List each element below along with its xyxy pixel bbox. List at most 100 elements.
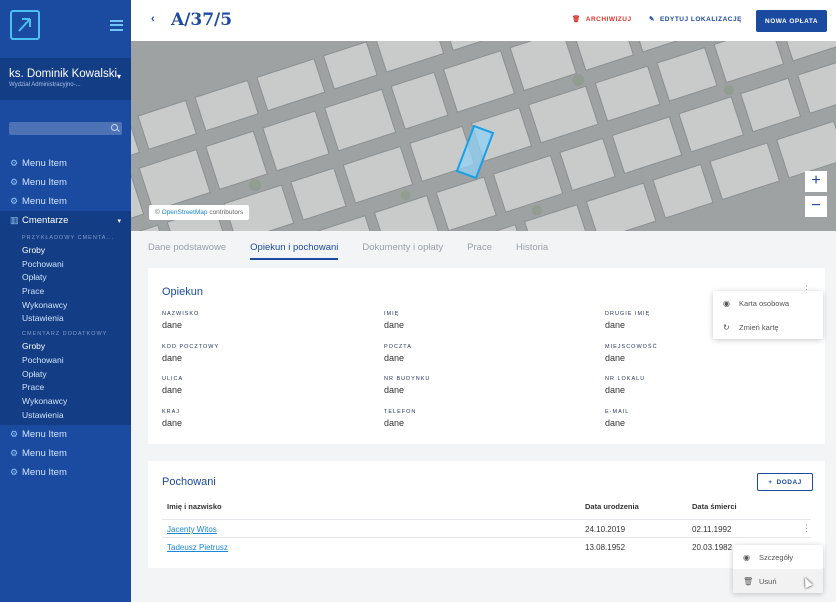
field-value: dane	[162, 353, 183, 363]
submenu-item[interactable]: Opłaty	[0, 368, 131, 382]
tab-prace[interactable]: Prace	[467, 242, 492, 260]
field-value: dane	[162, 418, 183, 428]
field-label: ULICA	[162, 376, 184, 382]
new-fee-label: NOWA OPŁATA	[765, 17, 819, 25]
submenu-item[interactable]: Wykonawcy	[0, 395, 131, 409]
field-email: E-MAIL dane	[605, 409, 629, 428]
user-profile[interactable]: ks. Dominik Kowalski Wydział Administrac…	[0, 58, 131, 100]
field-nr-lokalu: NR LOKALU dane	[605, 376, 645, 395]
field-value: dane	[605, 385, 626, 395]
sidebar-item-cmentarze[interactable]: ▥ Cmentarze ▾	[0, 211, 131, 230]
field-ulica: ULICA dane	[162, 376, 183, 395]
hamburger-icon[interactable]	[110, 19, 123, 31]
menu-item-label: Menu Item	[22, 467, 67, 479]
field-telefon: TELEFON dane	[384, 409, 416, 428]
death-date: 02.11.1992	[692, 525, 732, 534]
plus-icon: +	[768, 478, 773, 486]
field-value: dane	[384, 353, 405, 363]
submenu-item[interactable]: Groby	[0, 244, 131, 258]
field-kod-pocztowy: KOD POCZTOWY dane	[162, 344, 219, 363]
page-header: ‹ A/37/5 🗑 ARCHIWIZUJ ✎ EDYTUJ LOKALIZACJĘ…	[131, 0, 836, 41]
menu-item-label: Usuń	[759, 576, 777, 586]
map-attribution: © OpenStreetMap contributors	[149, 205, 250, 220]
menu-item-zmien-karte[interactable]: ↻ Zmień kartę	[713, 315, 823, 339]
section-title: Opiekun	[162, 286, 203, 298]
sidebar-menu-item[interactable]: ⚙ Menu Item	[0, 463, 131, 482]
menu-item-label: Karta osobowa	[739, 298, 790, 308]
opiekun-dropdown-menu: ◉ Karta osobowa ↻ Zmień kartę	[713, 291, 823, 339]
row-divider	[162, 537, 811, 538]
submenu-item[interactable]: Ustawienia	[0, 409, 131, 423]
field-label: E-MAIL	[605, 409, 630, 415]
chevron-down-icon: ▾	[116, 72, 121, 81]
map-view[interactable]: © OpenStreetMap contributors + −	[131, 41, 836, 231]
group-heading: CMENTARZ DODATKOWY	[22, 331, 108, 338]
tab-historia[interactable]: Historia	[516, 242, 548, 260]
field-miejscowosc: MIEJSCOWOŚĆ dane	[605, 344, 658, 363]
submenu-item[interactable]: Prace	[0, 381, 131, 395]
osm-link[interactable]: OpenStreetMap	[162, 209, 208, 216]
column-header-name[interactable]: Imię i nazwisko	[167, 502, 222, 511]
column-header-birth[interactable]: Data urodzenia	[585, 502, 639, 511]
sidebar-menu-item[interactable]: ⚙ Menu Item	[0, 425, 131, 444]
person-name-link[interactable]: Tadeusz Pietrusz	[167, 543, 228, 552]
submenu-item[interactable]: Groby	[0, 340, 131, 354]
field-kraj: KRAJ dane	[162, 409, 182, 428]
menu-item-label: Menu Item	[22, 177, 67, 188]
edit-location-button[interactable]: ✎ EDYTUJ LOKALIZACJĘ	[649, 15, 742, 24]
sidebar-menu-item[interactable]: ⚙ Menu Item	[0, 154, 131, 173]
field-imie: IMIĘ dane	[384, 311, 404, 330]
new-fee-button[interactable]: NOWA OPŁATA	[756, 10, 828, 32]
map-satellite-image	[131, 41, 836, 231]
archive-button[interactable]: 🗑 ARCHIWIZUJ	[572, 15, 632, 24]
sidebar-search-input[interactable]	[9, 122, 122, 135]
field-label: IMIĘ	[384, 311, 400, 317]
gear-icon: ⚙	[10, 467, 19, 478]
field-label: KOD POCZTOWY	[162, 344, 220, 350]
field-label: NR LOKALU	[605, 376, 646, 382]
field-drugie-imie: DRUGIE IMIĘ dane	[605, 311, 650, 330]
row-kebab-icon[interactable]: ⋮	[802, 523, 811, 534]
building-icon: ▥	[10, 215, 19, 225]
menu-item-label: Zmień kartę	[739, 322, 779, 332]
field-nazwisko: NAZWISKO dane	[162, 311, 199, 330]
sidebar-menu-item[interactable]: ⚙ Menu Item	[0, 444, 131, 463]
submenu-item[interactable]: Pochowani	[0, 354, 131, 368]
field-poczta: POCZTA dane	[384, 344, 412, 363]
sidebar-menu-item[interactable]: ⚙ Menu Item	[0, 173, 131, 192]
tab-dokumenty-i-oplaty[interactable]: Dokumenty i opłaty	[362, 242, 443, 260]
zoom-out-button[interactable]: −	[805, 196, 827, 217]
pochowani-card: Pochowani + DODAJ Imię i nazwisko Data ur…	[148, 461, 825, 568]
app-logo[interactable]	[10, 10, 40, 40]
add-button[interactable]: + DODAJ	[757, 473, 813, 491]
menu-item-label: Menu Item	[22, 196, 67, 207]
trash-icon: 🗑	[743, 576, 754, 586]
submenu-item[interactable]: Prace	[0, 285, 131, 299]
submenu-item[interactable]: Opłaty	[0, 271, 131, 285]
sidebar-menu-item[interactable]: ⚙ Menu Item	[0, 192, 131, 211]
tab-dane-podstawowe[interactable]: Dane podstawowe	[148, 242, 226, 260]
gear-icon: ⚙	[10, 177, 19, 187]
tab-bar: Dane podstawowe Opiekun i pochowani Doku…	[148, 242, 548, 260]
menu-item-karta-osobowa[interactable]: ◉ Karta osobowa	[713, 291, 823, 315]
add-label: DODAJ	[776, 478, 802, 486]
person-name-link[interactable]: Jacenty Witos	[167, 525, 217, 534]
menu-item-szczegoly[interactable]: ◉ Szczegóły	[733, 545, 823, 569]
field-label: NAZWISKO	[162, 311, 200, 317]
field-value: dane	[605, 418, 626, 428]
submenu-item[interactable]: Pochowani	[0, 258, 131, 272]
submenu-item[interactable]: Wykonawcy	[0, 299, 131, 313]
tab-opiekun-i-pochowani[interactable]: Opiekun i pochowani	[250, 242, 339, 260]
zoom-in-button[interactable]: +	[805, 171, 827, 192]
back-arrow-icon[interactable]: ‹	[151, 13, 155, 25]
sidebar: ks. Dominik Kowalski Wydział Administrac…	[0, 0, 131, 602]
field-value: dane	[162, 320, 183, 330]
gear-icon: ⚙	[10, 448, 19, 459]
gear-icon: ⚙	[10, 429, 19, 440]
attribution-text: contributors	[209, 209, 244, 216]
pencil-icon: ✎	[649, 16, 655, 23]
user-department: Wydział Administracyjno-...	[9, 82, 81, 88]
column-header-death[interactable]: Data śmierci	[692, 502, 737, 511]
submenu-item[interactable]: Ustawienia	[0, 312, 131, 326]
row-divider	[162, 519, 811, 520]
